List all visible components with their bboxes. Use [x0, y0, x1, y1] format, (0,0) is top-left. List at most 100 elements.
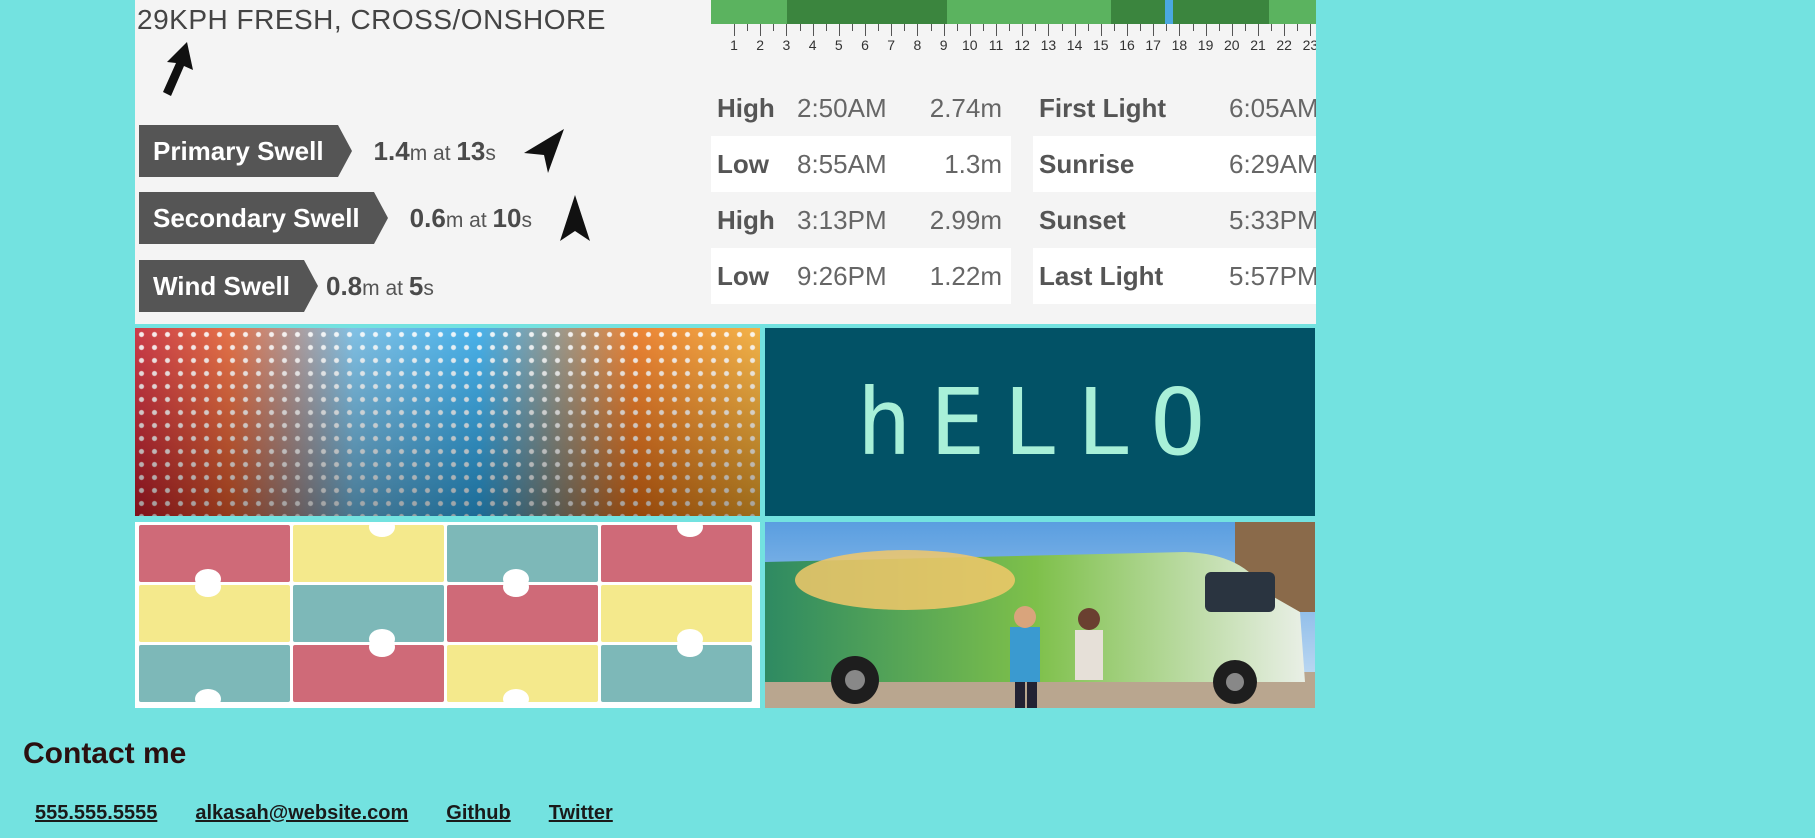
half-hour-tick: [825, 24, 827, 31]
puzzle-piece: [601, 585, 752, 649]
hour-label: 9: [939, 37, 948, 53]
hour-label: 15: [1093, 37, 1109, 53]
runbuddy-van-image: [765, 522, 1315, 708]
half-hour-tick: [1271, 24, 1273, 31]
swell-label: Primary Swell: [139, 125, 352, 177]
half-hour-tick: [1192, 24, 1194, 31]
puzzle-piece: [293, 637, 444, 702]
hour-tick: [1153, 24, 1155, 36]
half-hour-tick: [773, 24, 775, 31]
hour-tick: [943, 24, 945, 36]
half-hour-tick: [1140, 24, 1142, 31]
tide-row: High 2:50AM 2.74m: [711, 80, 1011, 136]
hour-tick: [1258, 24, 1259, 36]
hour-tick: [1310, 24, 1312, 36]
puzzle-knob: [677, 522, 703, 537]
hour-axis: 1 2 3 4 5 6 7 8 9 10 11 12 13 14 15 16 17 18 19 20 21 22 23: [711, 24, 1316, 54]
puzzle-piece: [447, 645, 598, 708]
hour-label: 23: [1302, 37, 1316, 53]
puzzle-knob: [369, 522, 395, 537]
puzzle-piece: [139, 577, 290, 642]
twitter-link[interactable]: Twitter: [549, 802, 613, 825]
half-hour-tick: [956, 24, 958, 31]
puzzle-piece: [139, 645, 290, 708]
hour-label: 13: [1040, 37, 1057, 53]
hour-tick: [1284, 24, 1286, 36]
hour-tick: [734, 24, 735, 36]
hour-tick: [1100, 24, 1102, 36]
half-hour-tick: [1061, 24, 1063, 31]
hour-label: 5: [834, 37, 843, 53]
half-hour-tick: [1009, 24, 1011, 31]
hour-label: 3: [782, 37, 791, 53]
hour-tick: [786, 24, 788, 36]
hour-label: 8: [913, 37, 922, 53]
github-link[interactable]: Github: [446, 802, 510, 825]
hour-tick: [891, 24, 893, 36]
primary-swell: Primary Swell 1.4m at 13s: [139, 125, 566, 177]
swell-value: 1.4m at 13s: [373, 135, 496, 166]
hour-tick: [1179, 24, 1181, 36]
hour-tick: [812, 24, 814, 36]
puzzle-piece: [447, 577, 598, 642]
hour-label: 11: [988, 37, 1004, 53]
half-hour-tick: [747, 24, 749, 31]
van-photo-illustration: [765, 522, 1315, 708]
tide-row: Low 9:26PM 1.22m: [711, 248, 1011, 304]
daylight-row: Sunset 5:33PM: [1033, 192, 1316, 248]
hour-label: 10: [962, 37, 978, 53]
half-hour-tick: [982, 24, 984, 31]
half-hour-tick: [904, 24, 906, 31]
email-link[interactable]: alkasah@website.com: [195, 802, 408, 825]
half-hour-tick: [1166, 24, 1168, 31]
hour-label: 18: [1171, 37, 1188, 53]
hour-label: 14: [1066, 37, 1083, 53]
puzzle-knob: [195, 577, 221, 597]
hour-label: 16: [1119, 37, 1135, 53]
puzzle-piece: [601, 637, 752, 702]
swell-direction-arrow-icon: [523, 129, 564, 173]
hello-image: hELLO: [765, 328, 1315, 516]
swell-direction-arrow-icon: [559, 195, 590, 241]
half-hour-tick: [1087, 24, 1089, 31]
tide-row: High 3:13PM 2.99m: [711, 192, 1011, 248]
half-hour-tick: [1113, 24, 1115, 31]
hour-label: 1: [730, 37, 738, 53]
hour-tick: [1074, 24, 1076, 36]
hour-label: 21: [1250, 37, 1266, 53]
swell-label: Wind Swell: [139, 260, 318, 312]
tide-timeline-bar: [711, 0, 1316, 24]
daylight-row: First Light 6:05AM: [1033, 80, 1316, 136]
daylight-table: First Light 6:05AM Sunrise 6:29AM Sunset 5:…: [1033, 80, 1316, 304]
puzzle-knob: [677, 637, 703, 657]
phone-link[interactable]: 555.555.5555: [35, 802, 157, 825]
contact-links: 555.555.5555 alkasah@website.com Github …: [35, 802, 651, 825]
hour-tick: [1048, 24, 1050, 36]
half-hour-tick: [1218, 24, 1220, 31]
hour-label: 6: [861, 37, 869, 53]
hour-tick: [1231, 24, 1233, 36]
hour-label: 12: [1014, 37, 1030, 53]
half-hour-tick: [799, 24, 801, 31]
led-display-image: [135, 328, 760, 516]
puzzle-knob: [195, 689, 221, 708]
puzzle-piece: [139, 525, 290, 589]
hour-tick: [865, 24, 866, 36]
swell-label: Secondary Swell: [139, 192, 388, 244]
contact-heading: Contact me: [23, 737, 187, 770]
wind-swell: Wind Swell 0.8m at 5s: [139, 260, 434, 312]
hour-label: 19: [1197, 37, 1214, 53]
surf-report-image: 29KPH FRESH, CROSS/ONSHORE Primary Swell…: [135, 0, 1316, 324]
hour-tick: [838, 24, 840, 36]
hour-label: 22: [1276, 37, 1292, 53]
puzzle-image: [135, 522, 760, 708]
daylight-row: Last Light 5:57PM: [1033, 248, 1316, 304]
puzzle-knob: [503, 689, 529, 708]
hour-tick: [1205, 24, 1207, 36]
puzzle-piece: [293, 585, 444, 649]
half-hour-tick: [930, 24, 932, 31]
daylight-row: Sunrise 6:29AM: [1033, 136, 1316, 192]
hour-label: 2: [756, 37, 765, 53]
hour-tick: [760, 24, 762, 36]
hour-label: 7: [887, 37, 896, 53]
